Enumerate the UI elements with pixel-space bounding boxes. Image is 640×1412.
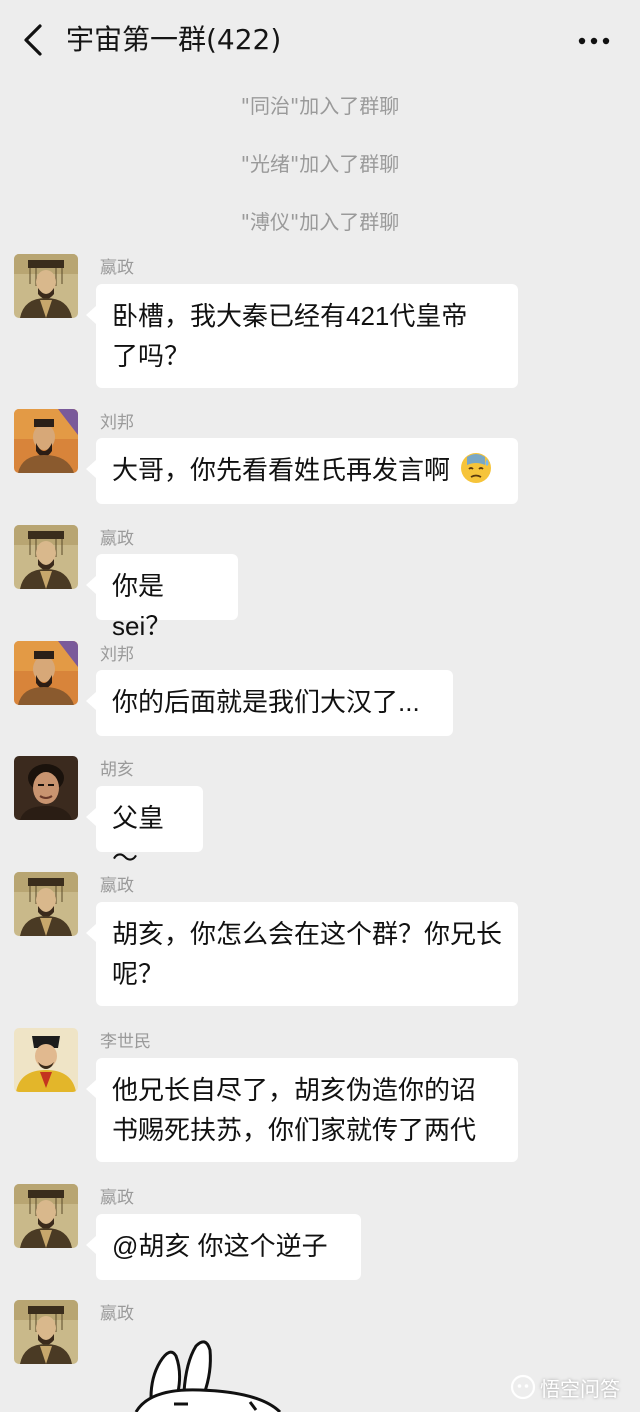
message-line: 胡亥，你怎么会在这个群？你兄长 (112, 919, 503, 949)
message-bubble[interactable]: 胡亥，你怎么会在这个群？你兄长 呢？ (86, 902, 518, 1006)
message-line: 书赐死扶苏，你们家就传了两代 (112, 1115, 477, 1145)
rabbit-sticker[interactable] (130, 1332, 290, 1412)
message-bubble[interactable]: 大哥，你先看看姓氏再发言啊 (86, 438, 518, 504)
watermark: 悟空问答 (510, 1372, 620, 1402)
sweat-face-icon (461, 453, 492, 483)
sender-name: 嬴政 (100, 1304, 134, 1324)
message-line: 你的后面就是我们大汉了... (112, 687, 420, 717)
message-line: 卧槽，我大秦已经有421代皇帝 (112, 301, 468, 331)
sender-name: 嬴政 (100, 529, 134, 549)
message-line: 呢？ (112, 959, 165, 989)
sender-name: 胡亥 (100, 760, 134, 780)
chat-header: 宇宙第一群(422) (0, 0, 640, 80)
avatar[interactable] (14, 756, 78, 820)
message-line: 你是sei？ (112, 571, 172, 641)
back-button[interactable] (18, 22, 52, 58)
avatar[interactable] (14, 1184, 78, 1248)
system-message: "光绪"加入了群聊 (240, 152, 400, 176)
more-dots-icon (578, 37, 610, 45)
message-line: 他兄长自尽了，胡亥伪造你的诏 (112, 1075, 477, 1105)
watermark-text: 悟空问答 (540, 1376, 620, 1401)
message-line: 大哥，你先看看姓氏再发言啊 (112, 455, 451, 485)
sender-name: 嬴政 (100, 1188, 134, 1208)
system-message: "溥仪"加入了群聊 (240, 210, 400, 234)
avatar[interactable] (14, 1300, 78, 1364)
message-line: 父皇～ (112, 803, 165, 873)
sender-name: 刘邦 (100, 645, 134, 665)
message-bubble[interactable]: 你是sei？ (86, 554, 238, 641)
message-bubble[interactable]: 卧槽，我大秦已经有421代皇帝 了吗？ (86, 284, 518, 388)
avatar[interactable] (14, 409, 78, 473)
system-message: "同治"加入了群聊 (240, 94, 400, 118)
avatar[interactable] (14, 872, 78, 936)
message-bubble[interactable]: @胡亥 你这个逆子 (86, 1214, 361, 1280)
avatar[interactable] (14, 525, 78, 589)
sender-name: 嬴政 (100, 258, 134, 278)
more-button[interactable] (573, 22, 617, 58)
message-line: @胡亥 你这个逆子 (112, 1231, 328, 1261)
chat-title: 宇宙第一群(422) (66, 23, 282, 56)
avatar[interactable] (14, 1028, 78, 1092)
avatar[interactable] (14, 641, 78, 705)
sender-name: 刘邦 (100, 413, 134, 433)
sender-name: 嬴政 (100, 876, 134, 896)
sender-name: 李世民 (100, 1032, 151, 1052)
message-line: 了吗？ (112, 341, 191, 371)
wukong-logo-icon (510, 1374, 536, 1400)
message-bubble[interactable]: 他兄长自尽了，胡亥伪造你的诏 书赐死扶苏，你们家就传了两代 (86, 1058, 518, 1162)
message-bubble[interactable]: 你的后面就是我们大汉了... (86, 670, 453, 736)
message-bubble[interactable]: 父皇～ (86, 786, 203, 873)
chevron-left-icon (24, 24, 42, 56)
avatar[interactable] (14, 254, 78, 318)
